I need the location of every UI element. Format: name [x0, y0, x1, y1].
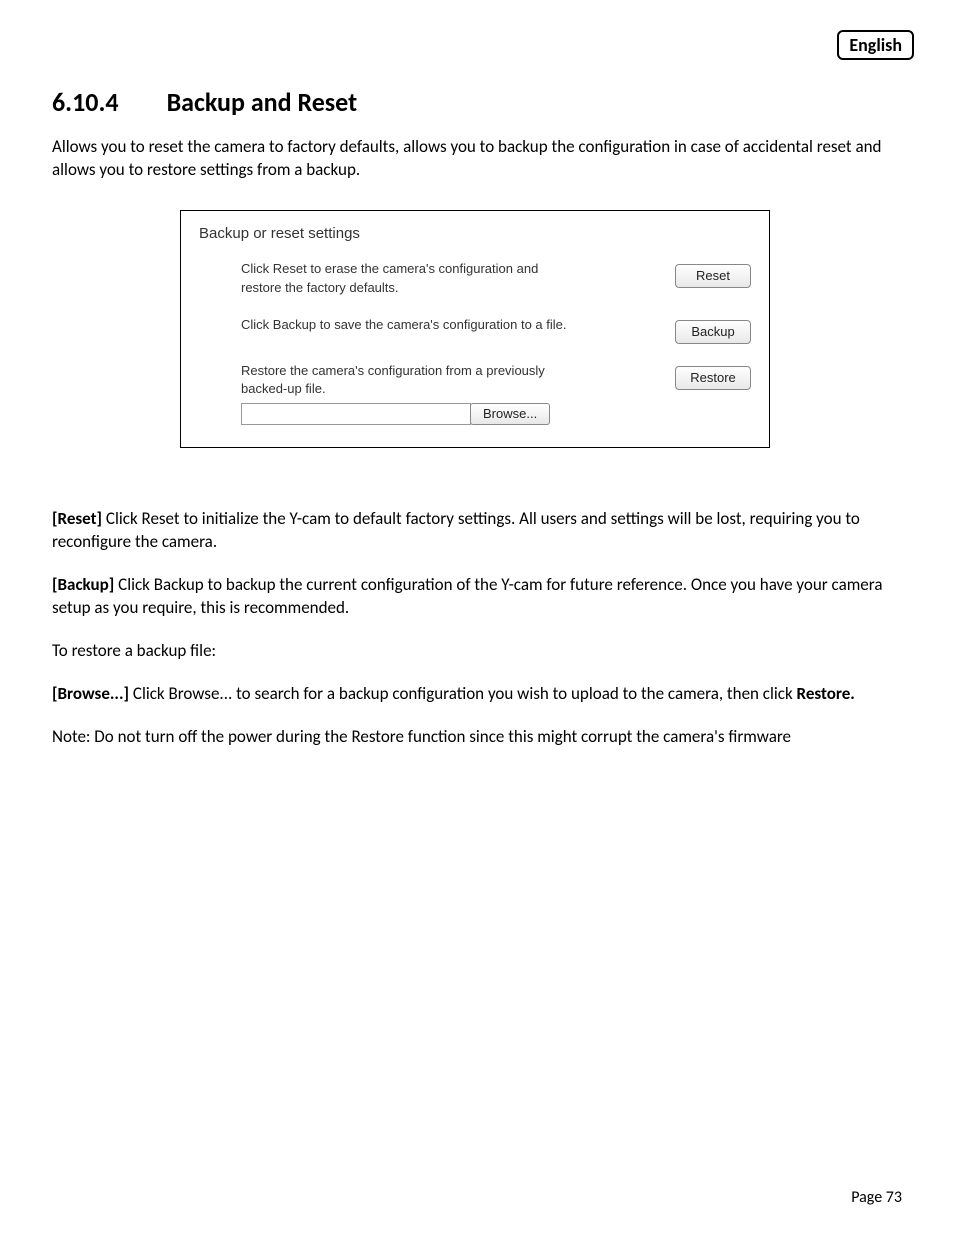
- section-heading: 6.10.4 Backup and Reset: [52, 86, 902, 118]
- settings-panel: Backup or reset settings Click Reset to …: [180, 210, 770, 448]
- reset-description: Click Reset to erase the camera's config…: [241, 260, 581, 298]
- section-number: 6.10.4: [52, 86, 119, 118]
- reset-paragraph: [Reset] Click Reset to initialize the Y-…: [52, 508, 902, 554]
- browse-tail: Restore.: [797, 683, 855, 704]
- backup-label: [Backup]: [52, 574, 114, 595]
- browse-paragraph: [Browse...] Click Browse... to search fo…: [52, 683, 902, 706]
- language-badge: English: [837, 30, 914, 60]
- note-paragraph: Note: Do not turn off the power during t…: [52, 726, 902, 749]
- intro-paragraph: Allows you to reset the camera to factor…: [52, 136, 902, 182]
- restore-row: Restore the camera's configuration from …: [241, 362, 751, 426]
- restore-button[interactable]: Restore: [675, 366, 751, 390]
- browse-label: [Browse...]: [52, 683, 129, 704]
- backup-button[interactable]: Backup: [675, 320, 751, 344]
- restore-description: Restore the camera's configuration from …: [241, 362, 581, 400]
- reset-text: Click Reset to initialize the Y-cam to d…: [52, 508, 860, 552]
- restore-file-input[interactable]: [241, 403, 471, 425]
- reset-row: Click Reset to erase the camera's config…: [241, 260, 751, 298]
- page-footer: Page 73: [851, 1188, 902, 1207]
- backup-paragraph: [Backup] Click Backup to backup the curr…: [52, 574, 902, 620]
- backup-description: Click Backup to save the camera's config…: [241, 316, 566, 335]
- section-title: Backup and Reset: [167, 86, 358, 118]
- browse-text: Click Browse... to search for a backup c…: [129, 683, 797, 704]
- reset-button[interactable]: Reset: [675, 264, 751, 288]
- browse-button[interactable]: Browse...: [470, 403, 550, 425]
- backup-text: Click Backup to backup the current confi…: [52, 574, 882, 618]
- restore-intro-paragraph: To restore a backup file:: [52, 640, 902, 663]
- reset-label: [Reset]: [52, 508, 102, 529]
- description-block: [Reset] Click Reset to initialize the Y-…: [52, 508, 902, 749]
- backup-row: Click Backup to save the camera's config…: [241, 316, 751, 344]
- panel-title: Backup or reset settings: [199, 225, 751, 242]
